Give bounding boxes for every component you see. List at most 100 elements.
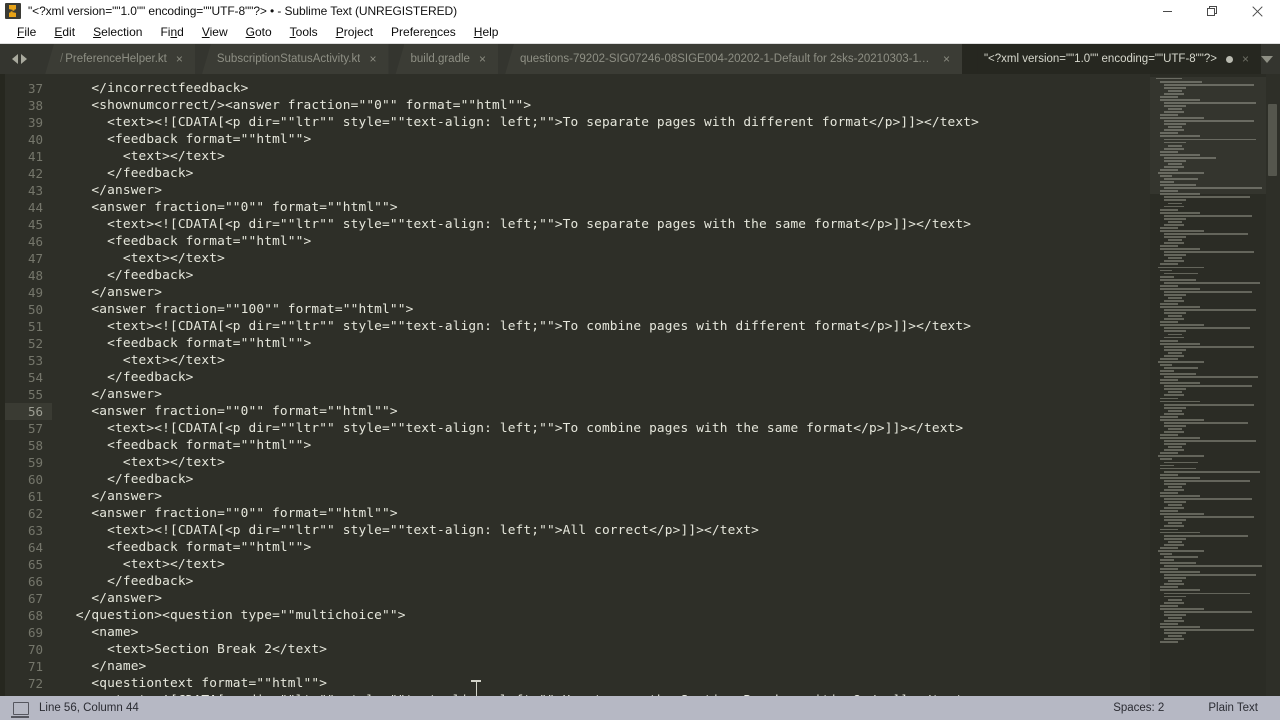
tab-navigation-arrows[interactable] xyxy=(0,44,38,74)
line-number: 63 xyxy=(27,523,43,538)
code-line[interactable]: <feedback format=""html""> xyxy=(60,335,1150,352)
code-line[interactable]: <text><![CDATA[<p dir=""ltr"" style=""te… xyxy=(60,216,1150,233)
code-line[interactable]: </feedback> xyxy=(60,471,1150,488)
minimize-button[interactable] xyxy=(1145,0,1190,22)
tab-1[interactable]: SubscriptionStatusActivity.kt × xyxy=(194,44,389,74)
code-line[interactable]: </answer> xyxy=(60,182,1150,199)
code-line[interactable]: </feedback> xyxy=(60,267,1150,284)
menu-bar: File Edit Selection Find View Goto Tools Projec… xyxy=(0,22,1280,44)
line-number: 46 xyxy=(27,234,43,249)
line-number: 37 xyxy=(27,81,43,96)
syntax-setting[interactable]: Plain Text xyxy=(1186,702,1280,714)
line-number: 61 xyxy=(27,489,43,504)
tab-close-icon[interactable]: × xyxy=(176,53,183,65)
menu-item-preferences[interactable]: Preferences xyxy=(382,22,465,43)
code-line[interactable]: <text></text> xyxy=(60,352,1150,369)
window-controls xyxy=(1145,0,1280,22)
tab-close-icon[interactable]: × xyxy=(479,53,486,65)
code-line[interactable]: </feedback> xyxy=(60,369,1150,386)
code-content[interactable]: </incorrectfeedback> <shownumcorrect/><a… xyxy=(52,74,1150,696)
code-line[interactable]: </feedback> xyxy=(60,573,1150,590)
line-number: 68 xyxy=(27,608,43,623)
line-number: 40 xyxy=(27,132,43,147)
menu-item-tools[interactable]: Tools xyxy=(281,22,327,43)
menu-item-view[interactable]: View xyxy=(193,22,237,43)
menu-item-help[interactable]: Help xyxy=(465,22,508,43)
title-bar: "<?xml version=""1.0"" encoding=""UTF-8"… xyxy=(0,0,1280,22)
line-number: 70 xyxy=(27,642,43,657)
code-line[interactable]: </question><question type=""multichoice"… xyxy=(60,607,1150,624)
code-line[interactable]: <feedback format=""html""> xyxy=(60,233,1150,250)
line-number: 43 xyxy=(27,183,43,198)
code-line[interactable]: </feedback> xyxy=(60,165,1150,182)
code-line[interactable]: <text><![CDATA[<p dir=""ltr"" style=""te… xyxy=(60,420,1150,437)
scrollbar-thumb[interactable] xyxy=(1268,104,1277,176)
code-line[interactable]: <feedback format=""html""> xyxy=(60,437,1150,454)
code-line[interactable]: <feedback format=""html""> xyxy=(60,539,1150,556)
code-line[interactable]: <text></text> xyxy=(60,250,1150,267)
line-number: 53 xyxy=(27,353,43,368)
line-number: 45 xyxy=(27,217,43,232)
code-line[interactable]: <answer fraction=""0"" format=""html""> xyxy=(60,505,1150,522)
close-button[interactable] xyxy=(1235,0,1280,22)
code-line[interactable]: </answer> xyxy=(60,590,1150,607)
tab-next-arrow-icon[interactable] xyxy=(20,54,27,64)
minimap-rows xyxy=(1154,77,1264,644)
tab-close-icon[interactable]: × xyxy=(369,53,376,65)
code-line[interactable]: <text></text> xyxy=(60,148,1150,165)
line-number: 50 xyxy=(27,302,43,317)
code-line[interactable]: </name> xyxy=(60,658,1150,675)
code-line[interactable]: </incorrectfeedback> xyxy=(60,80,1150,97)
menu-item-edit[interactable]: Edit xyxy=(45,22,84,43)
tab-close-icon[interactable]: × xyxy=(943,53,950,65)
maximize-restore-button[interactable] xyxy=(1190,0,1235,22)
code-line[interactable]: <text></text> xyxy=(60,556,1150,573)
vertical-scrollbar[interactable] xyxy=(1266,74,1280,696)
line-number: 55 xyxy=(27,387,43,402)
code-line[interactable]: <questiontext format=""html""> xyxy=(60,675,1150,692)
menu-item-goto[interactable]: Goto xyxy=(237,22,281,43)
cursor-position-label: Line 56, Column 44 xyxy=(39,702,139,714)
code-line[interactable]: <answer fraction=""100"" format=""html""… xyxy=(60,301,1150,318)
code-line[interactable]: </answer> xyxy=(60,284,1150,301)
code-line[interactable]: <text><![CDATA[<p dir=""ltr"" style=""te… xyxy=(60,114,1150,131)
code-line[interactable]: <text><![CDATA[<p dir=""ltr"" style=""te… xyxy=(60,522,1150,539)
tab-3[interactable]: questions-79202-SIG07246-08SIGE004-20202… xyxy=(497,44,962,74)
editor-area: 37 38 39 40 41 42 43 44 45 46 47 48 49 50 51 52 53 54 55 56… xyxy=(0,74,1280,696)
tab-4[interactable]: "<?xml version=""1.0"" encoding=""UTF-8"… xyxy=(961,44,1261,74)
code-line[interactable]: <text><![CDATA[<p dir=""ltr"" style=""te… xyxy=(60,318,1150,335)
code-line[interactable]: <answer fraction=""0"" format=""html""> xyxy=(60,199,1150,216)
code-line[interactable]: <text>Section Break 2</text> xyxy=(60,641,1150,658)
line-number: 66 xyxy=(27,574,43,589)
tab-label: "<?xml version=""1.0"" encoding=""UTF-8"… xyxy=(983,53,1217,65)
sublime-text-window: "<?xml version=""1.0"" encoding=""UTF-8"… xyxy=(0,0,1280,720)
tab-label: build.gradle xyxy=(410,53,470,65)
menu-item-project[interactable]: Project xyxy=(327,22,382,43)
line-number: 39 xyxy=(27,115,43,130)
tab-label: PreferenceHelper.kt xyxy=(65,53,167,65)
code-line[interactable]: <text></text> xyxy=(60,454,1150,471)
code-line[interactable]: </answer> xyxy=(60,386,1150,403)
tab-2[interactable]: build.gradle × xyxy=(388,44,498,74)
chevron-down-icon xyxy=(1261,55,1273,63)
line-number: 38 xyxy=(27,98,43,113)
line-number-gutter: 37 38 39 40 41 42 43 44 45 46 47 48 49 50 51 52 53 54 55 56… xyxy=(5,74,52,696)
code-line[interactable]: <answer fraction=""0"" format=""html""> xyxy=(60,403,1150,420)
tab-0[interactable]: / PreferenceHelper.kt × xyxy=(38,44,195,74)
line-number: 51 xyxy=(27,319,43,334)
code-line[interactable]: <name> xyxy=(60,624,1150,641)
menu-item-file[interactable]: File xyxy=(8,22,45,43)
sidebar-toggle-icon[interactable] xyxy=(11,701,29,718)
tab-close-icon[interactable]: × xyxy=(1242,53,1249,65)
code-line[interactable]: <feedback format=""html""> xyxy=(60,131,1150,148)
minimap[interactable] xyxy=(1150,74,1266,696)
tab-prev-arrow-icon[interactable] xyxy=(11,54,18,64)
line-number: 49 xyxy=(27,285,43,300)
menu-item-selection[interactable]: Selection xyxy=(84,22,151,43)
code-line[interactable]: </answer> xyxy=(60,488,1150,505)
indentation-setting[interactable]: Spaces: 2 xyxy=(1091,702,1186,714)
tab-label: SubscriptionStatusActivity.kt xyxy=(216,53,361,65)
line-number: 42 xyxy=(27,166,43,181)
menu-item-find[interactable]: Find xyxy=(151,22,192,43)
code-line[interactable]: <shownumcorrect/><answer fraction=""0"" … xyxy=(60,97,1150,114)
